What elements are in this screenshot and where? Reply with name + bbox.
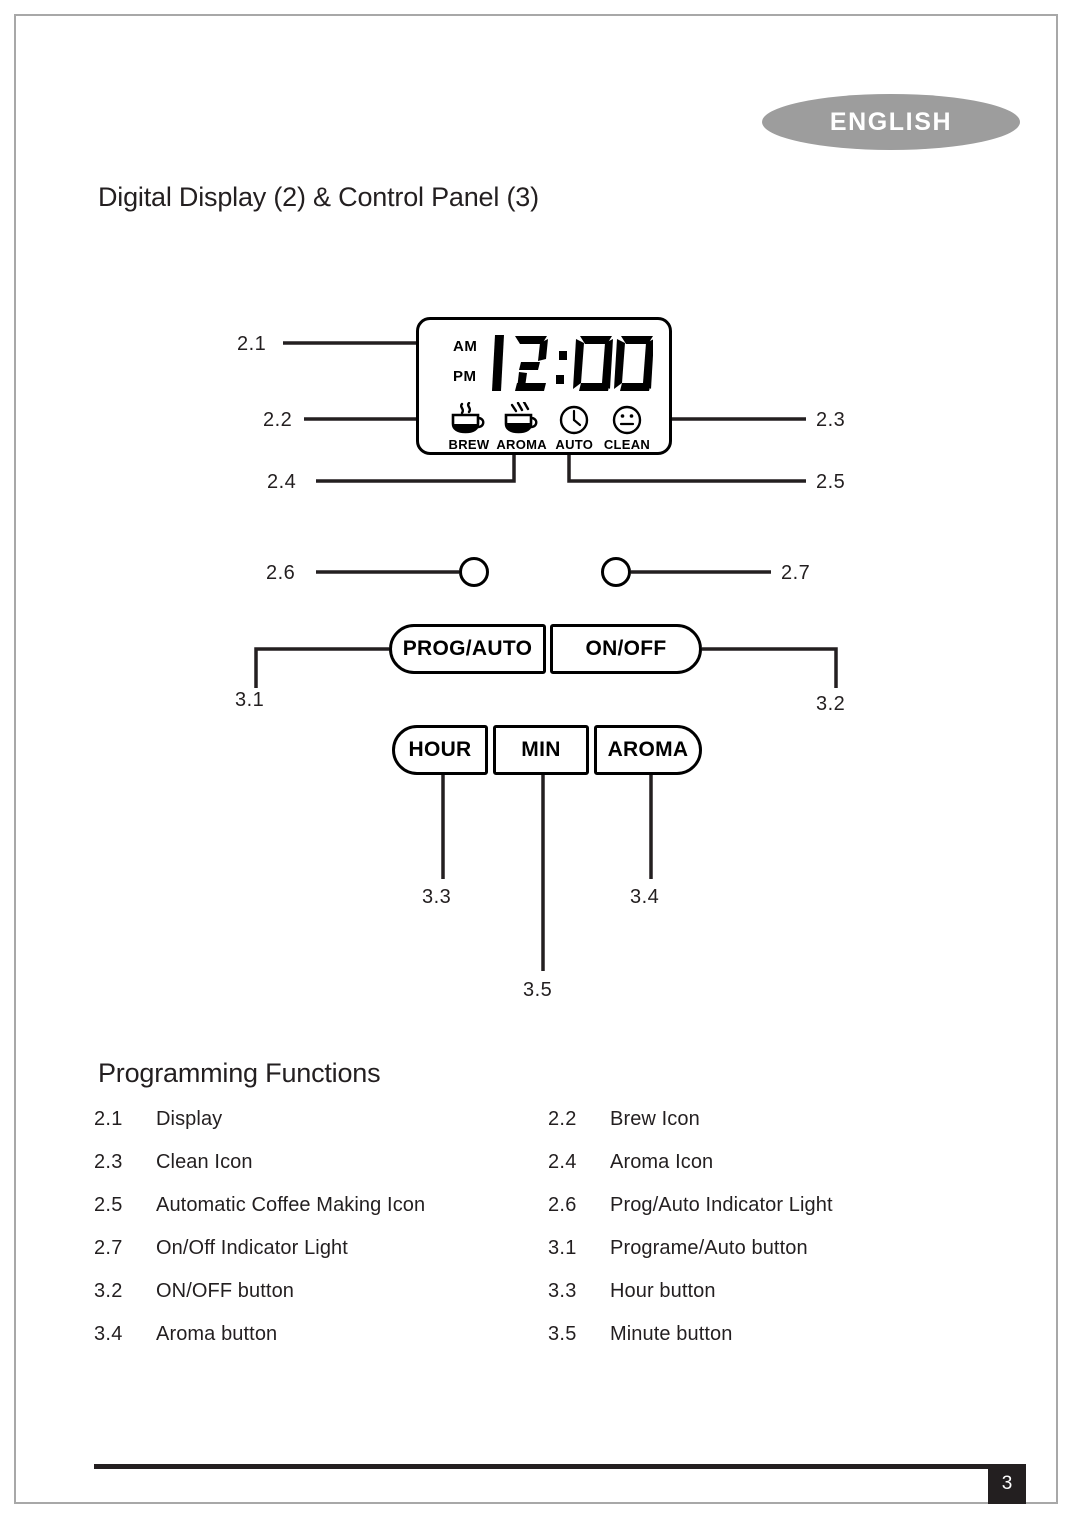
legend-row: 2.7 On/Off Indicator Light 3.1 Programe/… — [94, 1237, 1002, 1260]
legend-item-2-7: 2.7 On/Off Indicator Light — [94, 1237, 548, 1260]
legend-item-2-5: 2.5 Automatic Coffee Making Icon — [94, 1194, 548, 1217]
legend-label: Clean Icon — [156, 1151, 253, 1173]
legend-item-2-3: 2.3 Clean Icon — [94, 1151, 548, 1174]
callout-3-4: 3.4 — [630, 886, 660, 908]
legend-label: Aroma Icon — [610, 1151, 714, 1173]
legend-row: 2.1 Display 2.2 Brew Icon — [94, 1108, 1002, 1131]
legend-label: Programe/Auto button — [610, 1237, 808, 1259]
aroma-icon-caption: AROMA — [496, 437, 547, 452]
page-title: Digital Display (2) & Control Panel (3) — [98, 182, 539, 212]
legend-item-2-2: 2.2 Brew Icon — [548, 1108, 1002, 1131]
legend-row: 2.3 Clean Icon 2.4 Aroma Icon — [94, 1151, 1002, 1174]
hour-button[interactable]: HOUR — [392, 725, 488, 775]
on-off-indicator-light — [601, 557, 631, 587]
document-page: ENGLISH Digital Display (2) & Control Pa… — [14, 14, 1058, 1504]
time-readout — [485, 326, 653, 402]
callout-2-5: 2.5 — [816, 471, 846, 493]
legend-item-3-2: 3.2 ON/OFF button — [94, 1280, 548, 1303]
legend-item-2-1: 2.1 Display — [94, 1108, 548, 1131]
am-pm-indicators: AM PM — [453, 332, 489, 392]
callout-2-4: 2.4 — [267, 471, 297, 493]
callout-3-3: 3.3 — [422, 886, 452, 908]
clean-icon-caption: CLEAN — [603, 437, 651, 452]
legend-item-3-1: 3.1 Programe/Auto button — [548, 1237, 1002, 1260]
legend-number: 2.5 — [94, 1194, 123, 1216]
prog-auto-button[interactable]: PROG/AUTO — [389, 624, 546, 674]
legend-row: 3.4 Aroma button 3.5 Minute button — [94, 1323, 1002, 1346]
prog-auto-indicator-light — [459, 557, 489, 587]
legend-label: Minute button — [610, 1323, 733, 1345]
auto-icon — [557, 402, 591, 436]
programming-functions-legend: 2.1 Display 2.2 Brew Icon 2.3 Clean Icon… — [94, 1108, 1002, 1366]
display-status-icons: BREW AROMA AUTO CLEAN — [445, 402, 651, 452]
callout-2-3: 2.3 — [816, 409, 846, 431]
legend-label: Brew Icon — [610, 1108, 700, 1130]
pm-label: PM — [453, 368, 477, 385]
legend-number: 2.7 — [94, 1237, 123, 1259]
auto-icon-caption: AUTO — [555, 437, 594, 452]
legend-label: Display — [156, 1108, 223, 1130]
legend-item-3-3: 3.3 Hour button — [548, 1280, 1002, 1303]
section-title-programming-functions: Programming Functions — [98, 1058, 381, 1088]
callout-3-1: 3.1 — [235, 689, 265, 711]
auto-icon-cell: AUTO — [550, 402, 598, 452]
seven-segment-time — [492, 335, 653, 391]
min-button[interactable]: MIN — [493, 725, 589, 775]
callout-2-1: 2.1 — [237, 333, 267, 355]
am-label: AM — [453, 338, 478, 355]
legend-item-2-6: 2.6 Prog/Auto Indicator Light — [548, 1194, 1002, 1217]
callout-2-7: 2.7 — [781, 562, 811, 584]
aroma-icon-cell: AROMA — [496, 402, 547, 452]
brew-icon — [448, 402, 490, 436]
legend-label: ON/OFF button — [156, 1280, 295, 1302]
legend-item-3-4: 3.4 Aroma button — [94, 1323, 548, 1346]
legend-number: 3.5 — [548, 1323, 577, 1345]
legend-item-3-5: 3.5 Minute button — [548, 1323, 1002, 1346]
legend-number: 2.2 — [548, 1108, 577, 1130]
footer-divider — [94, 1464, 1000, 1469]
legend-number: 2.1 — [94, 1108, 123, 1130]
on-off-button[interactable]: ON/OFF — [550, 624, 702, 674]
callout-3-2: 3.2 — [816, 693, 846, 715]
legend-number: 3.4 — [94, 1323, 123, 1345]
legend-number: 2.3 — [94, 1151, 123, 1173]
brew-icon-cell: BREW — [445, 402, 493, 452]
clean-icon-cell: CLEAN — [603, 402, 651, 452]
legend-number: 2.4 — [548, 1151, 577, 1173]
callout-2-6: 2.6 — [266, 562, 296, 584]
legend-label: Automatic Coffee Making Icon — [156, 1194, 426, 1216]
legend-number: 3.3 — [548, 1280, 577, 1302]
legend-label: On/Off Indicator Light — [156, 1237, 348, 1259]
legend-label: Prog/Auto Indicator Light — [610, 1194, 833, 1216]
callout-3-5: 3.5 — [523, 979, 553, 1001]
aroma-button[interactable]: AROMA — [594, 725, 702, 775]
legend-row: 3.2 ON/OFF button 3.3 Hour button — [94, 1280, 1002, 1303]
callout-2-2: 2.2 — [263, 409, 293, 431]
legend-number: 2.6 — [548, 1194, 577, 1216]
language-badge-label: ENGLISH — [829, 107, 953, 136]
legend-label: Aroma button — [156, 1323, 278, 1345]
legend-item-2-4: 2.4 Aroma Icon — [548, 1151, 1002, 1174]
digital-display-panel: AM PM BREW AROMA AUTO CLEAN — [416, 317, 672, 455]
legend-label: Hour button — [610, 1280, 716, 1302]
brew-icon-caption: BREW — [448, 437, 490, 452]
legend-number: 3.2 — [94, 1280, 123, 1302]
clean-icon — [610, 402, 644, 436]
page-number: 3 — [988, 1464, 1026, 1504]
legend-number: 3.1 — [548, 1237, 577, 1259]
language-badge: ENGLISH — [762, 94, 1020, 150]
legend-row: 2.5 Automatic Coffee Making Icon 2.6 Pro… — [94, 1194, 1002, 1217]
aroma-icon — [501, 402, 543, 436]
